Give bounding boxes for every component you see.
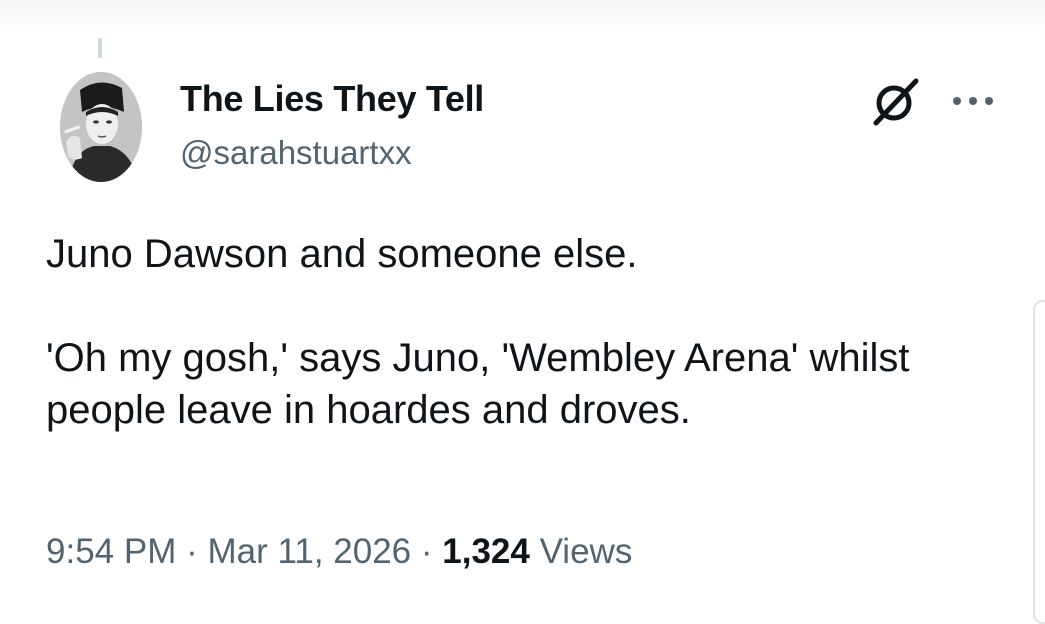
views-label: Views bbox=[539, 532, 633, 571]
tweet-time[interactable]: 9:54 PM bbox=[46, 532, 176, 571]
more-icon[interactable] bbox=[950, 94, 996, 108]
thread-line bbox=[98, 38, 102, 58]
meta-separator: · bbox=[186, 532, 198, 571]
views-count: 1,324 bbox=[442, 532, 530, 571]
display-name[interactable]: The Lies They Tell bbox=[180, 78, 484, 120]
top-fade bbox=[0, 0, 1045, 38]
handle[interactable]: @sarahstuartxx bbox=[180, 134, 412, 172]
avatar[interactable] bbox=[60, 72, 142, 182]
tweet-text: Juno Dawson and someone else. 'Oh my gos… bbox=[46, 232, 910, 432]
side-panel-edge bbox=[1033, 300, 1045, 624]
tweet-meta: 9:54 PM · Mar 11, 2026 · 1,324 Views bbox=[46, 532, 632, 572]
tweet-date[interactable]: Mar 11, 2026 bbox=[207, 532, 411, 571]
grok-icon[interactable] bbox=[870, 76, 922, 128]
meta-separator: · bbox=[420, 532, 433, 571]
